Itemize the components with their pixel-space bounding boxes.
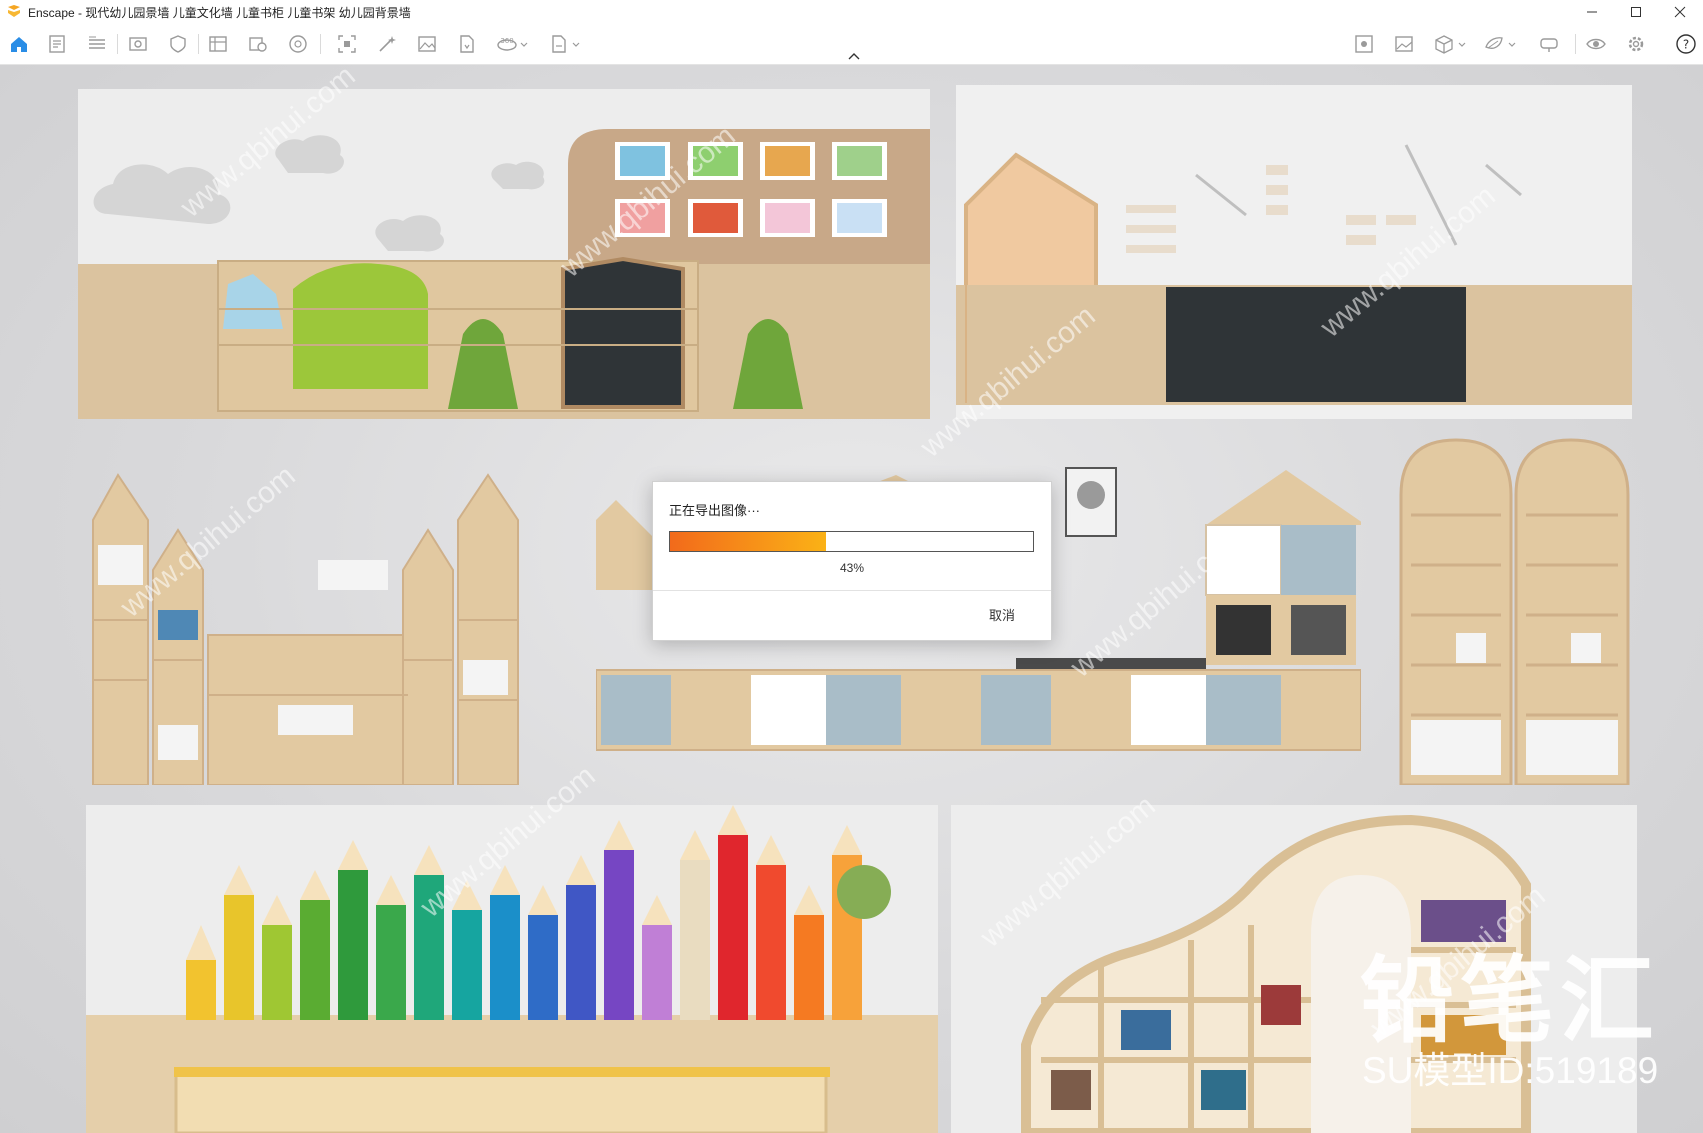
- box-icon: [1435, 35, 1453, 54]
- window-title: Enscape - 现代幼儿园景墙 儿童文化墙 儿童书柜 儿童书架 幼儿园背景墙: [28, 6, 411, 20]
- svg-text:360: 360: [500, 37, 513, 45]
- file-export-button[interactable]: [456, 33, 478, 55]
- settings-button[interactable]: [1625, 33, 1647, 55]
- view-button[interactable]: [127, 33, 149, 55]
- document-icon: [49, 35, 65, 53]
- view-icon: [129, 37, 147, 51]
- gallery-icon: [1395, 36, 1413, 52]
- screenshot-button[interactable]: [336, 33, 358, 55]
- dialog-title: 正在导出图像···: [669, 503, 760, 518]
- chevron-down-icon: [520, 42, 528, 47]
- export-button[interactable]: [548, 33, 570, 55]
- title-bar: Enscape - 现代幼儿园景墙 儿童文化墙 儿童书柜 儿童书架 幼儿园背景墙: [0, 0, 1703, 24]
- image-button[interactable]: [416, 33, 438, 55]
- bim-button[interactable]: [86, 33, 108, 55]
- chevron-down-icon: [1458, 42, 1466, 47]
- collapse-toolbar-icon[interactable]: [844, 50, 864, 62]
- home-button[interactable]: [8, 33, 30, 55]
- toolbar-separator: [1575, 34, 1576, 54]
- headset-button[interactable]: [1538, 33, 1560, 55]
- vr360-dropdown[interactable]: [518, 33, 530, 55]
- render-panel-house-wall: [956, 85, 1632, 419]
- render-panel-pencil-wall: [86, 805, 938, 1133]
- image-icon: [418, 36, 436, 52]
- progress-percent-label: 43%: [839, 561, 865, 575]
- toolbar-separator: [117, 34, 118, 54]
- toolbar-separator: [198, 34, 199, 54]
- headset-icon: [1540, 38, 1558, 52]
- home-icon: [11, 37, 27, 52]
- chevron-down-icon: [1508, 42, 1516, 47]
- close-button[interactable]: [1658, 0, 1702, 24]
- svg-text:?: ?: [1683, 38, 1689, 52]
- maximize-button[interactable]: [1614, 0, 1658, 24]
- minimize-icon: [1587, 11, 1597, 13]
- visibility-button[interactable]: [1585, 33, 1607, 55]
- batch-render-icon: [209, 36, 227, 52]
- enscape-logo-icon: [8, 5, 20, 17]
- layers-icon: [1485, 37, 1503, 49]
- box-button[interactable]: [1433, 33, 1455, 55]
- vr360-button[interactable]: 360: [496, 33, 518, 55]
- bim-icon: [89, 36, 105, 49]
- capture-icon: [249, 37, 267, 52]
- vr360-icon: 360: [497, 37, 517, 51]
- settings-icon: [1628, 36, 1644, 52]
- export-progress-dialog: 正在导出图像··· 43% 取消: [652, 481, 1052, 641]
- model-id-watermark: SU模型ID:519189: [1362, 1050, 1659, 1091]
- render-panel-castle-shelf: [92, 473, 519, 785]
- export-dropdown[interactable]: [570, 33, 582, 55]
- layers-dropdown[interactable]: [1506, 33, 1518, 55]
- screenshot-icon: [338, 35, 356, 53]
- panorama-button[interactable]: [287, 33, 309, 55]
- chevron-down-icon: [572, 42, 580, 47]
- capture-button[interactable]: [247, 33, 269, 55]
- eye-icon: [1586, 38, 1606, 50]
- sun-button[interactable]: [1353, 33, 1375, 55]
- gallery-button[interactable]: [1393, 33, 1415, 55]
- layers-button[interactable]: [1483, 33, 1505, 55]
- document-button[interactable]: [46, 33, 68, 55]
- export-progress-bar: [669, 531, 1034, 552]
- sun-icon: [1355, 35, 1373, 53]
- magic-icon: [379, 36, 396, 52]
- toolbar-separator: [320, 34, 321, 54]
- panorama-icon: [289, 35, 307, 53]
- box-dropdown[interactable]: [1456, 33, 1468, 55]
- batch-render-button[interactable]: [207, 33, 229, 55]
- render-panel-arch-bookcase: [1399, 438, 1630, 785]
- dialog-divider: [653, 590, 1051, 591]
- help-button[interactable]: ?: [1675, 33, 1697, 55]
- magic-button[interactable]: [376, 33, 398, 55]
- cancel-button[interactable]: 取消: [989, 605, 1015, 624]
- help-icon: ?: [1676, 34, 1696, 54]
- close-icon: [1674, 6, 1686, 18]
- export-icon: [552, 35, 566, 53]
- minimize-button[interactable]: [1570, 0, 1614, 24]
- file-export-icon: [460, 35, 474, 53]
- asset-icon: [170, 35, 186, 53]
- progress-fill: [670, 532, 827, 551]
- asset-library-button[interactable]: [167, 33, 189, 55]
- maximize-icon: [1631, 7, 1641, 17]
- render-panel-cloud-wall: [78, 89, 930, 419]
